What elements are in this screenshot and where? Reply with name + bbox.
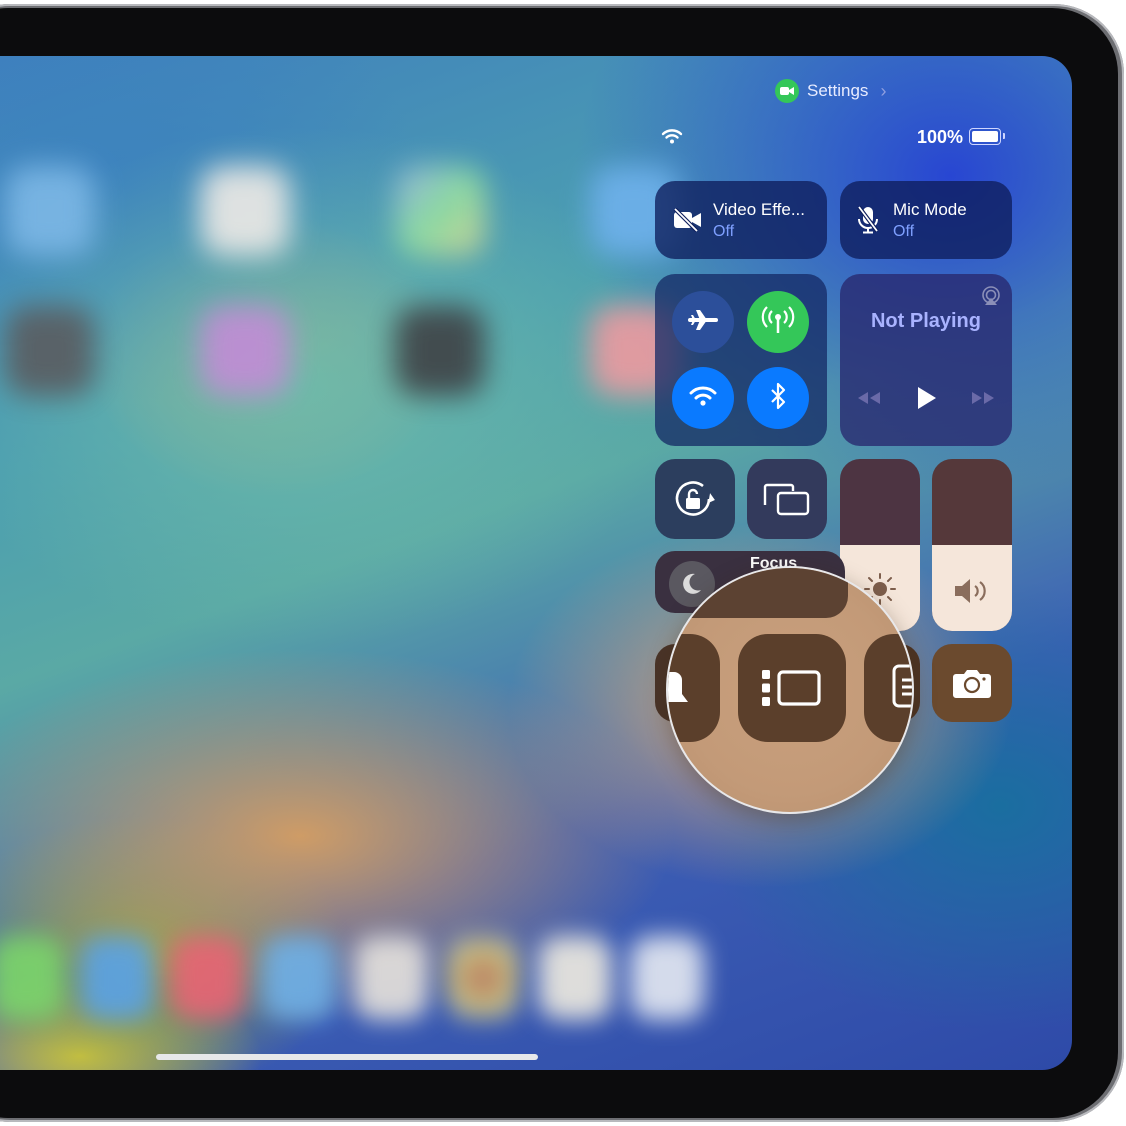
orientation-lock-button[interactable] xyxy=(655,459,735,539)
wifi-status-icon xyxy=(661,128,683,149)
rotation-lock-icon xyxy=(673,479,717,524)
speaker-icon xyxy=(953,576,991,611)
magnified-quick-note-tile xyxy=(864,634,912,742)
bluetooth-toggle[interactable] xyxy=(747,367,809,429)
video-effects-state: Off xyxy=(713,223,735,240)
connectivity-module xyxy=(655,274,827,446)
cellular-data-toggle[interactable] xyxy=(747,291,809,353)
settings-label: Settings xyxy=(807,81,869,100)
volume-slider[interactable] xyxy=(932,459,1012,631)
settings-link[interactable]: Settings › xyxy=(775,79,886,103)
airplay-audio-icon[interactable] xyxy=(980,286,1002,311)
battery-icon xyxy=(969,128,1005,145)
dock-app-icon xyxy=(630,936,704,1020)
mic-mode-title: Mic Mode xyxy=(893,200,967,219)
magnifier-callout xyxy=(666,566,914,814)
dock-app-icon xyxy=(170,936,244,1020)
blurred-app-icon xyxy=(5,166,95,256)
bluetooth-icon xyxy=(769,382,787,415)
wifi-icon xyxy=(689,385,717,412)
wifi-toggle[interactable] xyxy=(672,367,734,429)
dock-app-icon xyxy=(538,936,612,1020)
airplane-icon xyxy=(688,308,718,337)
chevron-right-icon: › xyxy=(880,80,887,101)
dock-app-icon xyxy=(446,936,520,1020)
dock-app-icon xyxy=(80,936,154,1020)
blurred-app-icon xyxy=(200,306,290,396)
mic-slash-icon xyxy=(856,205,880,240)
dock-app-icon xyxy=(0,936,64,1020)
camera-icon xyxy=(952,668,992,703)
mic-mode-tile[interactable]: Mic Mode Off xyxy=(840,181,1012,259)
dock-app-icon xyxy=(262,936,336,1020)
stage-manager-icon xyxy=(760,668,822,713)
video-effects-title: Video Effe... xyxy=(713,200,805,219)
fast-forward-icon[interactable] xyxy=(970,390,996,411)
notes-icon xyxy=(892,664,912,713)
bell-icon xyxy=(668,672,688,717)
home-indicator[interactable] xyxy=(156,1054,538,1060)
blurred-app-icon xyxy=(395,306,485,396)
dock-app-icon xyxy=(354,936,428,1020)
camera-button[interactable] xyxy=(932,644,1012,722)
video-effects-tile[interactable]: Video Effe... Off xyxy=(655,181,827,259)
now-playing-title: Not Playing xyxy=(870,310,981,332)
blurred-app-icon xyxy=(395,166,485,256)
screen-mirroring-icon xyxy=(763,483,811,522)
video-slash-icon xyxy=(673,207,703,237)
battery-percentage: 100% xyxy=(917,127,964,147)
screen-mirroring-button[interactable] xyxy=(747,459,827,539)
magnified-focus-tile xyxy=(668,568,848,618)
airplane-mode-toggle[interactable] xyxy=(672,291,734,353)
mic-mode-state: Off xyxy=(893,223,915,240)
now-playing-module[interactable]: Not Playing xyxy=(840,274,1012,446)
rewind-icon[interactable] xyxy=(856,390,882,411)
blurred-app-icon xyxy=(200,166,290,256)
antenna-icon xyxy=(761,305,795,340)
blurred-app-icon xyxy=(5,306,95,396)
stage-manager-button[interactable] xyxy=(738,634,846,742)
video-camera-icon xyxy=(775,79,799,103)
play-icon[interactable] xyxy=(916,385,938,416)
magnified-silent-mode-tile xyxy=(668,634,720,742)
